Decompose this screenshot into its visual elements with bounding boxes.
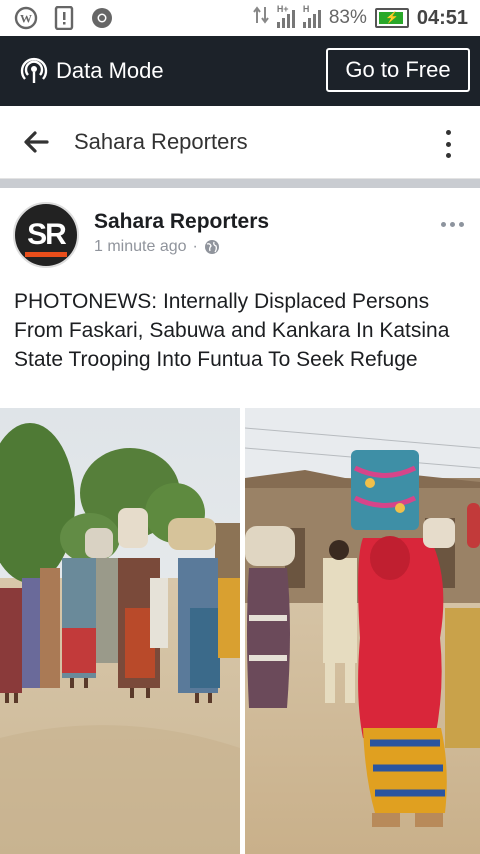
signal-icon: H+ xyxy=(276,4,295,28)
avatar-logo-text: SR xyxy=(27,218,67,251)
photo-left[interactable] xyxy=(0,408,240,854)
network-label: H+ xyxy=(276,4,289,14)
globe-icon xyxy=(204,240,219,254)
post-text: PHOTONEWS: Internally Displaced Persons … xyxy=(14,290,450,371)
nav-bar: Sahara Reporters xyxy=(0,106,480,179)
wordpress-icon: W xyxy=(14,6,38,30)
post-header: SR Sahara Reporters 1 minute ago · xyxy=(0,188,480,280)
chrome-icon xyxy=(90,6,114,30)
svg-text:W: W xyxy=(20,12,32,26)
avatar[interactable]: SR xyxy=(13,202,79,268)
page-title: Sahara Reporters xyxy=(74,129,248,154)
post-author[interactable]: Sahara Reporters xyxy=(94,210,269,234)
status-bar: W H+ H 83% ⚡ 04:51 xyxy=(0,0,480,36)
network-label-2: H xyxy=(302,4,310,14)
post-timestamp[interactable]: 1 minute ago xyxy=(94,238,187,256)
signal-icon-2: H xyxy=(302,4,321,28)
data-mode-bar: Data Mode Go to Free xyxy=(0,36,480,106)
post-meta: 1 minute ago · xyxy=(94,238,220,256)
meta-separator: · xyxy=(192,238,198,255)
overflow-menu-icon[interactable] xyxy=(444,130,452,158)
battery-percent: 83% xyxy=(328,7,367,28)
post-options-icon[interactable] xyxy=(441,222,464,227)
data-mode-icon xyxy=(20,57,48,83)
clock: 04:51 xyxy=(416,6,468,29)
section-divider xyxy=(0,179,480,188)
battery-icon: ⚡ xyxy=(374,8,409,28)
notification-icon xyxy=(52,6,76,30)
go-to-free-button[interactable]: Go to Free xyxy=(326,48,470,92)
data-transfer-icon xyxy=(253,5,269,31)
photo-right[interactable] xyxy=(245,408,480,854)
back-arrow-icon[interactable] xyxy=(22,128,50,156)
post-photos xyxy=(0,408,480,854)
data-mode-label: Data Mode xyxy=(56,58,164,83)
